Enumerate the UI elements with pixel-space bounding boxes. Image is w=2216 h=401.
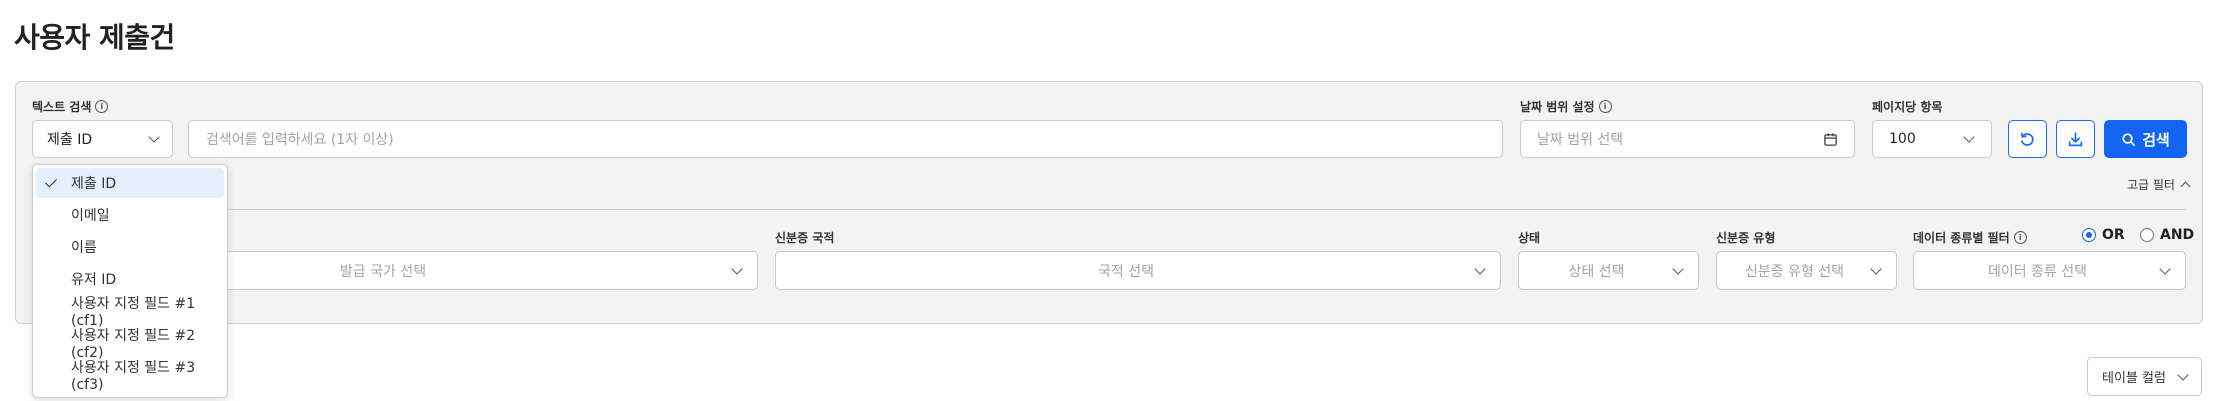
chevron-down-icon: [1474, 262, 1486, 275]
status-select[interactable]: 상태 선택: [1518, 251, 1699, 290]
date-range-placeholder: 날짜 범위 선택: [1537, 132, 1624, 148]
info-icon[interactable]: i: [2013, 231, 2027, 244]
search-icon: [2122, 132, 2136, 146]
per-page-label: 페이지당 항목: [1872, 98, 1942, 115]
page-title: 사용자 제출건: [14, 21, 175, 54]
dropdown-option[interactable]: 이름: [36, 232, 224, 262]
divider: [32, 209, 2186, 210]
logic-or-label: OR: [2102, 227, 2125, 243]
chevron-down-icon: [2177, 368, 2189, 381]
status-label-text: 상태: [1518, 231, 1541, 245]
search-field-select[interactable]: 제출 ID: [32, 120, 173, 158]
per-page-label-text: 페이지당 항목: [1872, 100, 1943, 114]
chevron-down-icon: [1672, 262, 1684, 275]
dropdown-option-label: 사용자 지정 필드 #3 (cf3): [71, 360, 196, 393]
nationality-label-text: 신분증 국적: [775, 231, 835, 245]
dropdown-option-label: 사용자 지정 필드 #2 (cf2): [71, 328, 196, 361]
status-label: 상태: [1518, 229, 1540, 246]
calendar-icon: [1824, 132, 1837, 146]
nationality-label: 신분증 국적: [775, 229, 834, 246]
download-button[interactable]: [2056, 120, 2095, 158]
chevron-down-icon: [731, 262, 743, 275]
data-type-label-text: 데이터 종류별 필터: [1913, 231, 2010, 245]
text-search-label: 텍스트 검색 i: [32, 98, 109, 115]
search-field-dropdown: 제출 ID 이메일 이름 유저 ID 사용자 지정 필드 #1 (cf1) 사용…: [32, 164, 228, 398]
nationality-select[interactable]: 국적 선택: [775, 251, 1501, 290]
dropdown-option-label: 사용자 지정 필드 #1 (cf1): [71, 296, 196, 329]
date-range-label-text: 날짜 범위 설정: [1520, 100, 1595, 114]
advanced-filter-label: 고급 필터: [2127, 178, 2175, 192]
chevron-down-icon: [2159, 262, 2171, 275]
reset-button[interactable]: [2008, 120, 2047, 158]
data-type-label: 데이터 종류별 필터 i: [1913, 229, 2027, 246]
nationality-placeholder: 국적 선택: [1098, 263, 1154, 280]
logic-or-radio[interactable]: OR: [2082, 227, 2125, 243]
dropdown-option[interactable]: 유저 ID: [36, 264, 224, 294]
chevron-down-icon: [148, 131, 160, 143]
search-input[interactable]: 검색어를 입력하세요 (1자 이상): [188, 120, 1503, 158]
search-button-label: 검색: [2142, 130, 2170, 149]
chevron-down-icon: [1870, 262, 1882, 275]
id-type-label: 신분증 유형: [1716, 229, 1775, 246]
advanced-filter-toggle[interactable]: 고급 필터: [2127, 176, 2191, 193]
logic-and-label: AND: [2160, 227, 2195, 243]
per-page-value: 100: [1889, 131, 1916, 147]
radio-unselected-icon: [2140, 228, 2154, 242]
dropdown-option[interactable]: 사용자 지정 필드 #3 (cf3): [36, 360, 224, 393]
date-range-label: 날짜 범위 설정 i: [1520, 98, 1612, 115]
text-search-label-text: 텍스트 검색: [32, 100, 92, 114]
data-type-select[interactable]: 데이터 종류 선택: [1913, 251, 2186, 290]
dropdown-option-label: 이메일: [71, 208, 110, 224]
status-placeholder: 상태 선택: [1568, 263, 1625, 280]
dropdown-option[interactable]: 사용자 지정 필드 #2 (cf2): [36, 328, 224, 361]
search-button[interactable]: 검색: [2104, 120, 2187, 158]
date-range-picker[interactable]: 날짜 범위 선택: [1520, 120, 1855, 158]
info-icon[interactable]: i: [1598, 100, 1612, 113]
dropdown-option-label: 유저 ID: [71, 272, 117, 288]
table-columns-button[interactable]: 테이블 컬럼: [2087, 357, 2202, 396]
dropdown-option[interactable]: 이메일: [36, 200, 224, 230]
table-columns-label: 테이블 컬럼: [2102, 371, 2166, 386]
logic-and-radio[interactable]: AND: [2140, 227, 2194, 243]
search-input-placeholder: 검색어를 입력하세요 (1자 이상): [206, 132, 394, 148]
id-type-label-text: 신분증 유형: [1716, 231, 1776, 245]
id-type-placeholder: 신분증 유형 선택: [1744, 263, 1845, 280]
dropdown-option[interactable]: 제출 ID: [36, 168, 224, 198]
check-icon: [44, 175, 58, 188]
chevron-down-icon: [1963, 131, 1975, 143]
dropdown-option[interactable]: 사용자 지정 필드 #1 (cf1): [36, 296, 224, 329]
info-icon[interactable]: i: [95, 100, 109, 113]
data-type-placeholder: 데이터 종류 선택: [1987, 263, 2088, 280]
refresh-icon: [2020, 132, 2034, 146]
dropdown-option-label: 제출 ID: [71, 176, 117, 192]
search-field-selected: 제출 ID: [47, 132, 93, 148]
dropdown-option-label: 이름: [71, 240, 97, 256]
chevron-up-icon: [2180, 181, 2191, 192]
download-icon: [2068, 131, 2083, 146]
id-type-select[interactable]: 신분증 유형 선택: [1716, 251, 1897, 290]
per-page-select[interactable]: 100: [1872, 120, 1992, 158]
radio-selected-icon: [2082, 228, 2096, 242]
